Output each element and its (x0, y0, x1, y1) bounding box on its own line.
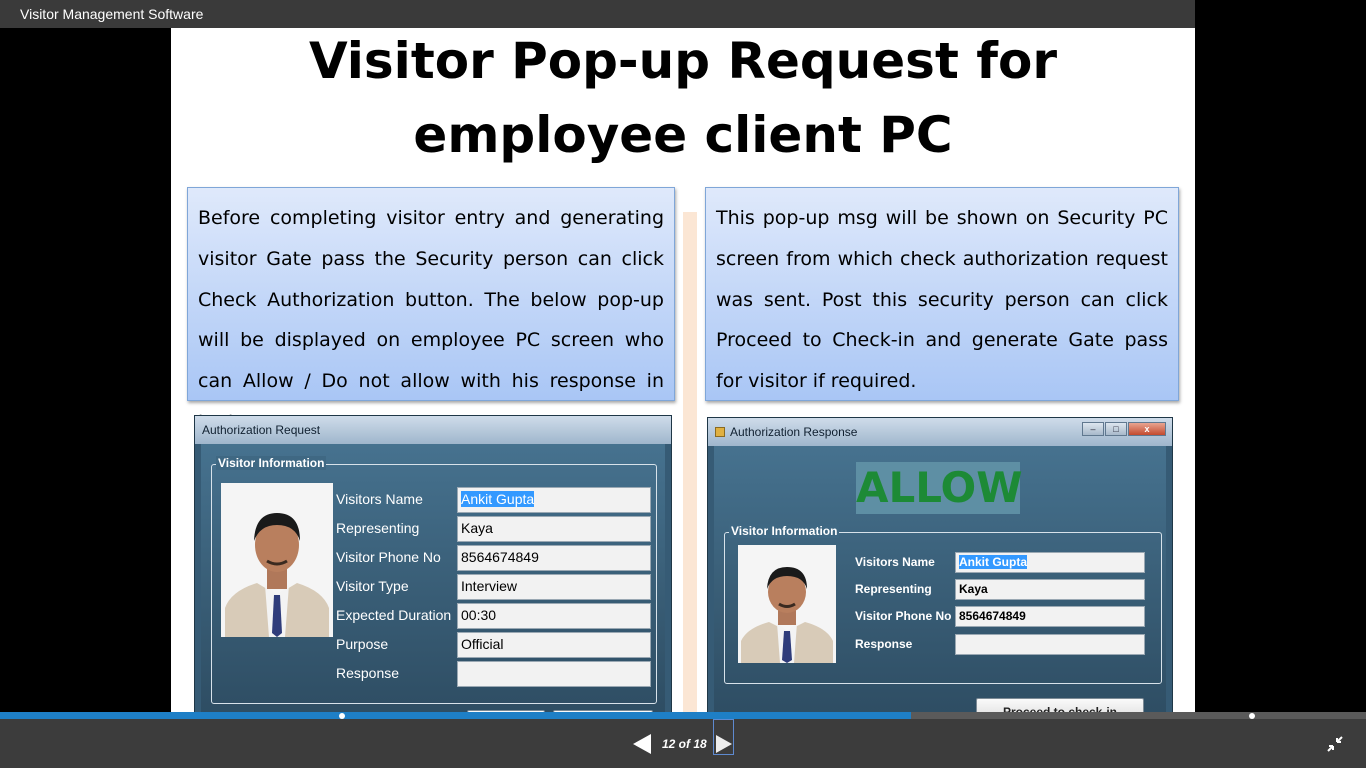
close-icon[interactable]: x (1128, 422, 1166, 436)
slide-divider (683, 212, 697, 712)
field-label-representing: Representing (336, 520, 420, 536)
visitors-name-value: Ankit Gupta (955, 552, 1145, 573)
compress-arrows-icon (1327, 736, 1343, 752)
visitor-photo (738, 545, 836, 663)
representing-input[interactable]: Kaya (457, 516, 651, 542)
right-description-box: This pop-up msg will be shown on Securit… (705, 187, 1179, 401)
left-description-box: Before completing visitor entry and gene… (187, 187, 675, 433)
visitor-photo (221, 483, 333, 637)
field-label-response: Response (855, 637, 913, 651)
visitor-phone-input[interactable]: 8564674849 (457, 545, 651, 571)
visitor-info-group: Visitor Information Visitors Name Ankit … (724, 524, 1162, 684)
triangle-right-icon (716, 735, 732, 753)
slide-title-line-2: employee client PC (413, 106, 953, 164)
window-body: ALLOW Visitor Information Visitors Name … (714, 446, 1166, 712)
response-value (955, 634, 1145, 655)
field-label-purpose: Purpose (336, 636, 389, 652)
field-label-visitors-name: Visitors Name (336, 491, 423, 507)
app-title-bar: Visitor Management Software (0, 0, 1195, 28)
window-body: Visitor Information Visitors Name Ankit … (201, 444, 665, 712)
window-controls: – □ x (1081, 422, 1166, 436)
authorization-request-window: Authorization Request Visitor Informatio… (194, 415, 672, 712)
field-label-response: Response (336, 665, 400, 681)
maximize-icon[interactable]: □ (1105, 422, 1127, 436)
expected-duration-input[interactable]: 00:30 (457, 603, 651, 629)
slide-title: Visitor Pop-up Request for employee clie… (171, 28, 1195, 172)
previous-slide-button[interactable] (633, 734, 651, 754)
purpose-input[interactable]: Official (457, 632, 651, 658)
app-title: Visitor Management Software (20, 6, 204, 22)
authorization-status: ALLOW (856, 462, 1023, 514)
visitor-info-group: Visitor Information Visitors Name Ankit … (211, 456, 657, 704)
authorization-response-window: Authorization Response – □ x ALLOW Visit… (707, 417, 1173, 712)
app-icon (715, 427, 725, 437)
visitors-name-input[interactable]: Ankit Gupta (457, 487, 651, 513)
group-label: Visitor Information (729, 524, 840, 538)
slide-title-line-1: Visitor Pop-up Request for (308, 32, 1058, 90)
progress-fill (0, 712, 912, 719)
slide: Visitor Pop-up Request for employee clie… (171, 28, 1195, 712)
field-label-visitor-phone: Visitor Phone No (336, 549, 441, 565)
representing-value: Kaya (955, 579, 1145, 600)
window-title: Authorization Response (730, 425, 858, 439)
visitor-type-input[interactable]: Interview (457, 574, 651, 600)
window-title: Authorization Request (202, 423, 321, 437)
group-label: Visitor Information (216, 456, 327, 470)
field-label-visitors-name: Visitors Name (855, 555, 935, 569)
person-photo-icon (221, 483, 333, 637)
minimize-icon[interactable]: – (1082, 422, 1104, 436)
window-title-bar: Authorization Response – □ x (708, 418, 1172, 446)
field-label-representing: Representing (855, 582, 932, 596)
person-photo-icon (738, 545, 836, 663)
visitor-phone-value: 8564674849 (955, 606, 1145, 627)
next-slide-button[interactable] (713, 719, 734, 755)
field-label-expected-duration: Expected Duration (336, 607, 452, 623)
window-title-bar: Authorization Request (195, 416, 671, 444)
field-label-visitor-phone: Visitor Phone No (855, 609, 952, 623)
exit-fullscreen-button[interactable] (1326, 735, 1344, 753)
response-input[interactable] (457, 661, 651, 687)
page-counter: 12 of 18 (662, 737, 707, 751)
proceed-to-check-in-button[interactable]: Proceed to check-in (976, 698, 1144, 712)
field-label-visitor-type: Visitor Type (336, 578, 409, 594)
presentation-viewer: Visitor Management Software Visitor Pop-… (0, 0, 1366, 768)
progress-bar[interactable] (0, 712, 1366, 719)
